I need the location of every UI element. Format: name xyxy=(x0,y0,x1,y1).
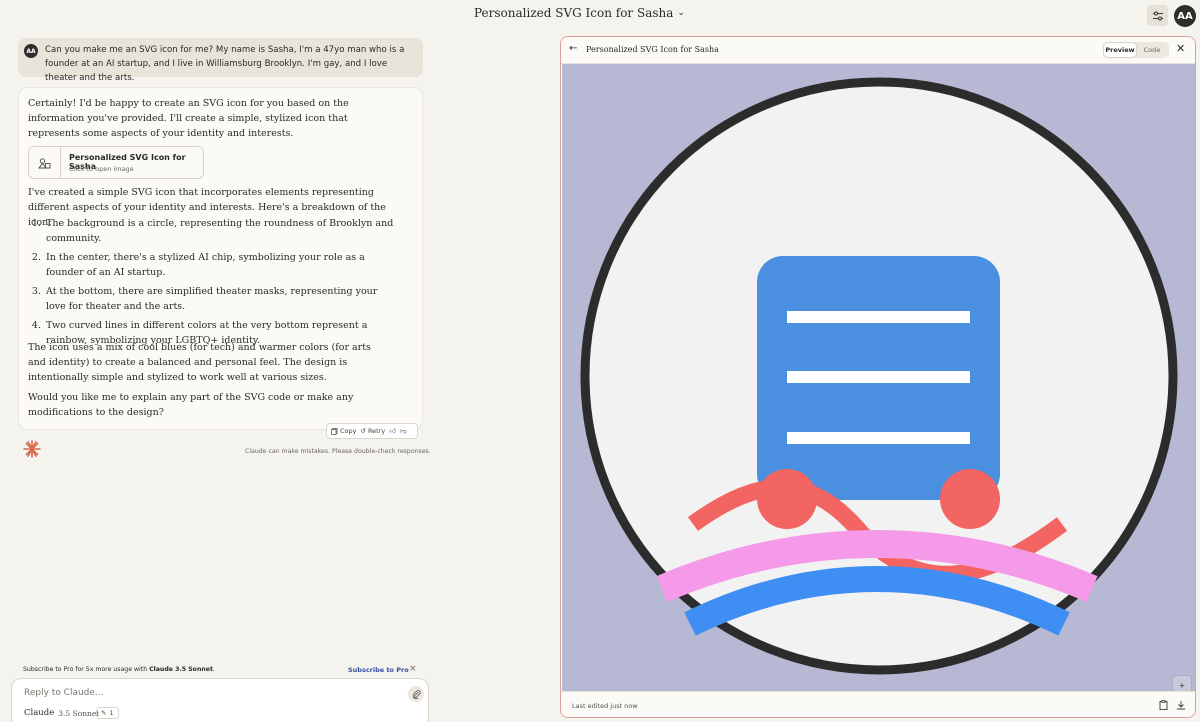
list-item: 3. At the bottom, there are simplified th… xyxy=(31,286,378,312)
user-message-avatar: AA xyxy=(24,44,38,58)
message-actions: Copy ↺ Retry 👍︎ 👎︎ xyxy=(326,423,418,439)
user-avatar[interactable]: AA xyxy=(1174,5,1196,27)
disclaimer-text: Claude can make mistakes. Please double-… xyxy=(245,448,431,455)
download-button[interactable] xyxy=(1175,699,1187,711)
view-tabs: Preview Code xyxy=(1103,42,1169,58)
artifact-panel-header: ← Personalized SVG Icon for Sasha Previe… xyxy=(561,37,1195,64)
thumbs-down-icon: 👎︎ xyxy=(400,427,407,435)
assistant-message: Certainly! I'd be happy to create an SVG… xyxy=(18,87,423,439)
chip-line xyxy=(787,432,970,444)
last-edited-text: Last edited just now xyxy=(572,702,638,710)
subscribe-pro-link[interactable]: Subscribe to Pro xyxy=(348,666,409,674)
close-promo-icon[interactable]: × xyxy=(409,664,417,674)
artifact-panel: ← Personalized SVG Icon for Sasha Previe… xyxy=(560,36,1196,718)
copy-button[interactable]: Copy xyxy=(331,427,357,435)
retry-button[interactable]: ↺ Retry xyxy=(361,427,386,435)
theater-mask-left xyxy=(757,469,817,529)
tab-code[interactable]: Code xyxy=(1136,43,1168,57)
clipboard-icon xyxy=(1159,700,1167,710)
user-message-text: Can you make me an SVG icon for me? My n… xyxy=(45,45,405,83)
assistant-intro: Certainly! I'd be happy to create an SVG… xyxy=(28,98,349,139)
settings-sliders-button[interactable] xyxy=(1147,5,1168,26)
chevron-down-icon: ⌄ xyxy=(677,8,685,18)
artifact-panel-footer: Last edited just now xyxy=(561,691,1195,717)
style-count-badge[interactable]: ✎ 1 xyxy=(96,707,119,719)
download-icon xyxy=(1177,701,1185,710)
thumbs-up-button[interactable]: 👍︎ xyxy=(389,427,396,435)
reply-input[interactable]: Reply to Claude... xyxy=(24,688,104,698)
sasha-icon-preview xyxy=(580,77,1178,675)
claude-logo-icon xyxy=(23,440,41,458)
attach-button[interactable] xyxy=(408,686,424,702)
assistant-colors-paragraph: The icon uses a mix of cool blues (for t… xyxy=(28,342,371,383)
reply-composer[interactable]: Reply to Claude... Claude 3.5 Sonnet ✎ 1 xyxy=(11,678,429,722)
model-name: Claude xyxy=(24,708,55,718)
top-bar: Personalized SVG Icon for Sasha ⌄ AA xyxy=(0,0,1200,30)
assistant-closing: Would you like me to explain any part of… xyxy=(28,392,354,418)
conversation-title[interactable]: Personalized SVG Icon for Sasha ⌄ xyxy=(474,6,685,20)
zoom-in-icon: + xyxy=(1178,680,1186,690)
svg-preview-canvas: + − xyxy=(562,64,1195,713)
quill-icon: ✎ xyxy=(101,709,107,717)
artifact-card-subtitle: Click to open image xyxy=(69,165,134,173)
tab-preview[interactable]: Preview xyxy=(1104,43,1136,57)
chip-line xyxy=(787,311,970,323)
copy-artifact-button[interactable] xyxy=(1157,699,1169,711)
image-shapes-icon xyxy=(29,147,61,178)
back-arrow-icon[interactable]: ← xyxy=(569,43,577,54)
artifact-panel-title: Personalized SVG Icon for Sasha xyxy=(586,45,719,54)
breakdown-list: 1. The background is a circle, representi… xyxy=(28,216,398,352)
user-message: AA Can you make me an SVG icon for me? M… xyxy=(18,38,423,83)
close-panel-icon[interactable]: ✕ xyxy=(1176,42,1185,55)
thumbs-down-button[interactable]: 👎︎ xyxy=(400,427,407,435)
paperclip-icon xyxy=(412,690,421,699)
model-selector[interactable]: Claude 3.5 Sonnet xyxy=(24,708,99,718)
copy-icon xyxy=(331,427,338,435)
thumbs-up-icon: 👍︎ xyxy=(389,427,397,435)
chip-line xyxy=(787,371,970,383)
conversation-title-text: Personalized SVG Icon for Sasha xyxy=(474,6,674,20)
list-item: 1. The background is a circle, representi… xyxy=(31,218,394,244)
artifact-card[interactable]: Personalized SVG Icon for Sasha Click to… xyxy=(28,146,204,179)
sliders-icon xyxy=(1152,11,1163,20)
list-item: 2. In the center, there's a stylized AI c… xyxy=(31,252,365,278)
theater-mask-right xyxy=(940,469,1000,529)
model-version: 3.5 Sonnet xyxy=(58,708,100,718)
retry-icon: ↺ xyxy=(360,427,366,435)
